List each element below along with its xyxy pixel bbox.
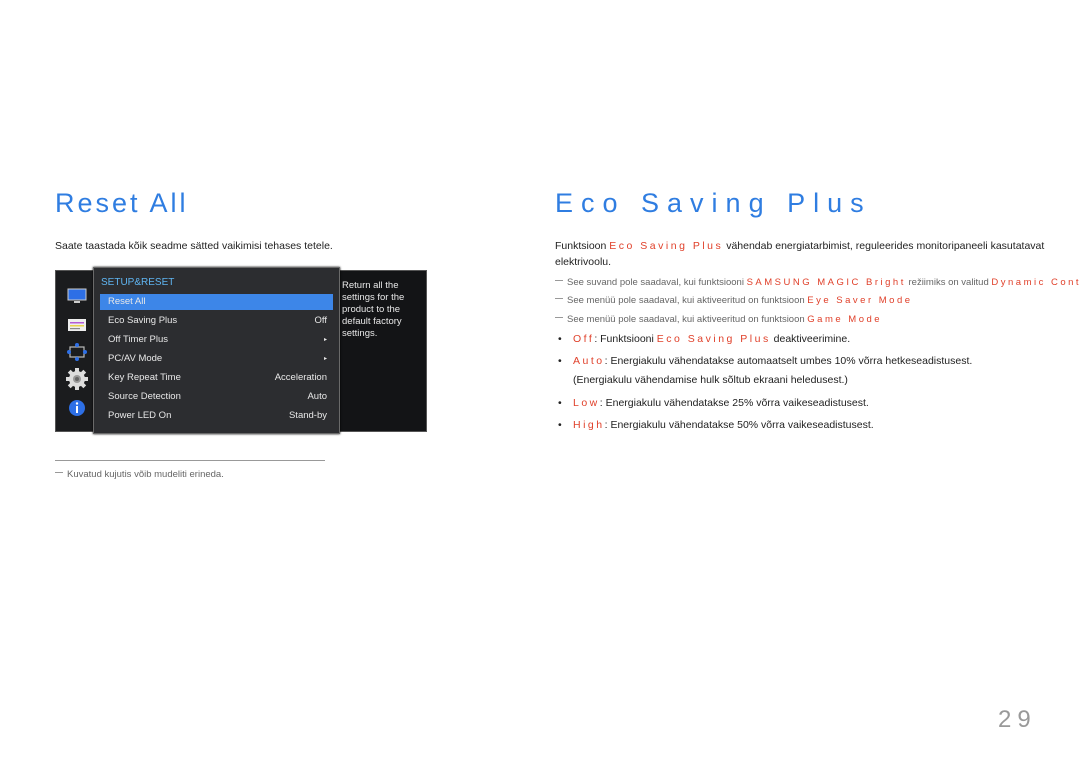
bullet-icon: •	[558, 419, 562, 431]
note-3: See menüü pole saadaval, kui aktiveeritu…	[555, 314, 882, 325]
reset-all-description: Saate taastada kõik seadme sätted vaikim…	[55, 240, 333, 252]
note-text: See menüü pole saadaval, kui aktiveeritu…	[567, 314, 805, 325]
note-term: Eye Saver Mode	[807, 295, 913, 306]
help-line: Return all the	[342, 280, 399, 291]
picture-icon[interactable]	[67, 315, 87, 335]
osd-item-key-repeat-time[interactable]: Key Repeat Time Acceleration	[100, 370, 333, 386]
option-auto: • Auto: Energiakulu vähendatakse automaa…	[558, 355, 972, 367]
dash-icon	[555, 317, 563, 318]
option-term: High	[573, 419, 605, 431]
osd-item-label: Key Repeat Time	[108, 372, 181, 383]
osd-help-text: Return all the settings for the product …	[342, 280, 404, 340]
option-text: deaktiveerimine.	[773, 333, 851, 345]
note-term: Dynamic Contrast	[991, 277, 1080, 288]
option-term: Eco Saving Plus	[656, 333, 771, 345]
intro-text: vähendab energiatarbimist, reguleerides …	[726, 240, 1045, 252]
position-icon[interactable]	[67, 342, 87, 362]
option-auto-line2: (Energiakulu vähendamise hulk sõltub ekr…	[573, 374, 848, 386]
option-term: Low	[573, 397, 600, 409]
footnote: Kuvatud kujutis võib mudeliti erineda.	[55, 469, 224, 480]
osd-item-label: Reset All	[108, 296, 146, 307]
monitor-icon[interactable]	[67, 286, 87, 306]
osd-item-reset-all[interactable]: Reset All	[100, 294, 333, 310]
help-line: product to the	[342, 304, 401, 315]
option-text: : Energiakulu vähendatakse automaatselt …	[604, 355, 973, 367]
dash-icon	[555, 298, 563, 299]
chevron-right-icon: ▸	[323, 337, 327, 343]
help-line: settings for the	[342, 292, 405, 303]
osd-item-value: Stand-by	[288, 410, 327, 421]
osd-item-value: Auto	[307, 391, 327, 402]
dash-icon	[55, 472, 63, 473]
bullet-icon: •	[558, 397, 562, 409]
footnote-divider	[55, 460, 325, 461]
section-title-eco-saving-plus: Eco Saving Plus	[555, 188, 872, 218]
osd-item-power-led-on[interactable]: Power LED On Stand-by	[100, 408, 333, 424]
option-high: • High: Energiakulu vähendatakse 50% võr…	[558, 419, 874, 431]
osd-help-panel: Return all the settings for the product …	[335, 270, 427, 432]
eco-intro: Funktsioon Eco Saving Plus vähendab ener…	[555, 240, 1044, 252]
osd-item-off-timer-plus[interactable]: Off Timer Plus ▸	[100, 332, 333, 348]
bullet-icon: •	[558, 333, 562, 345]
osd-item-eco-saving-plus[interactable]: Eco Saving Plus Off	[100, 313, 333, 329]
osd-item-label: Eco Saving Plus	[108, 315, 178, 326]
osd-item-label: Off Timer Plus	[108, 334, 169, 345]
help-line: settings.	[342, 328, 378, 339]
osd-side-menu	[55, 270, 97, 432]
option-text: : Funktsiooni	[594, 333, 654, 345]
eco-intro-line2: elektrivoolu.	[555, 256, 612, 268]
note-2: See menüü pole saadaval, kui aktiveeritu…	[555, 295, 913, 306]
osd-item-label: Source Detection	[108, 391, 181, 402]
note-1: See suvand pole saadaval, kui funktsioon…	[555, 277, 1080, 288]
intro-term: Eco Saving Plus	[609, 240, 724, 252]
osd-menu-panel: SETUP&RESET Reset All Eco Saving Plus Off…	[93, 267, 340, 434]
help-line: default factory	[342, 316, 402, 327]
note-text: režiimiks on valitud	[908, 277, 989, 288]
note-term: Game Mode	[807, 314, 883, 325]
osd-item-label: PC/AV Mode	[108, 353, 163, 364]
option-off: • Off: Funktsiooni Eco Saving Plus deakt…	[558, 333, 850, 345]
footnote-text: Kuvatud kujutis võib mudeliti erineda.	[67, 469, 224, 480]
osd-item-pc-av-mode[interactable]: PC/AV Mode ▸	[100, 351, 333, 367]
option-term: Off	[573, 333, 595, 345]
option-text: : Energiakulu vähendatakse 25% võrra vai…	[599, 397, 869, 409]
dash-icon	[555, 280, 563, 281]
page-number: 29	[998, 706, 1037, 733]
gear-icon[interactable]	[66, 368, 88, 390]
osd-item-source-detection[interactable]: Source Detection Auto	[100, 389, 333, 405]
note-term: SAMSUNG MAGIC Bright	[746, 277, 906, 288]
option-term: Auto	[573, 355, 605, 367]
info-icon[interactable]	[67, 398, 87, 418]
intro-text: Funktsioon	[555, 240, 607, 252]
section-title-reset-all: Reset All	[55, 188, 189, 218]
note-text: See suvand pole saadaval, kui funktsioon…	[567, 277, 744, 288]
option-low: • Low: Energiakulu vähendatakse 25% võrr…	[558, 397, 869, 409]
osd-item-value: Acceleration	[274, 372, 327, 383]
bullet-icon: •	[558, 355, 562, 367]
chevron-right-icon: ▸	[323, 356, 327, 362]
note-text: See menüü pole saadaval, kui aktiveeritu…	[567, 295, 805, 306]
osd-item-value: Off	[314, 315, 328, 326]
option-text: : Energiakulu vähendatakse 50% võrra vai…	[604, 419, 874, 431]
osd-item-label: Power LED On	[108, 410, 172, 421]
osd-menu-title: SETUP&RESET	[101, 277, 175, 288]
